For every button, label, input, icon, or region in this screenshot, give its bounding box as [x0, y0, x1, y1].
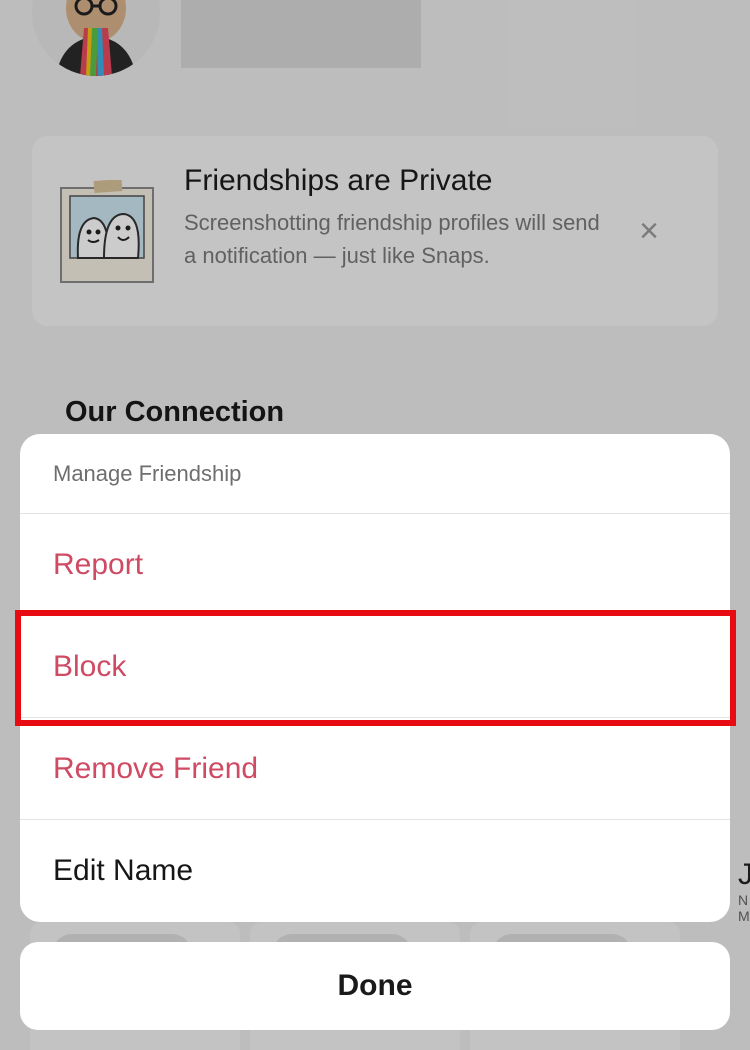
edit-name-button[interactable]: Edit Name — [20, 820, 730, 922]
block-button[interactable]: Block — [20, 616, 730, 718]
report-button[interactable]: Report — [20, 514, 730, 616]
done-button[interactable]: Done — [20, 942, 730, 1030]
sheet-title: Manage Friendship — [20, 434, 730, 514]
remove-friend-button[interactable]: Remove Friend — [20, 718, 730, 820]
manage-friendship-sheet: Manage Friendship Report Block Remove Fr… — [20, 434, 730, 922]
